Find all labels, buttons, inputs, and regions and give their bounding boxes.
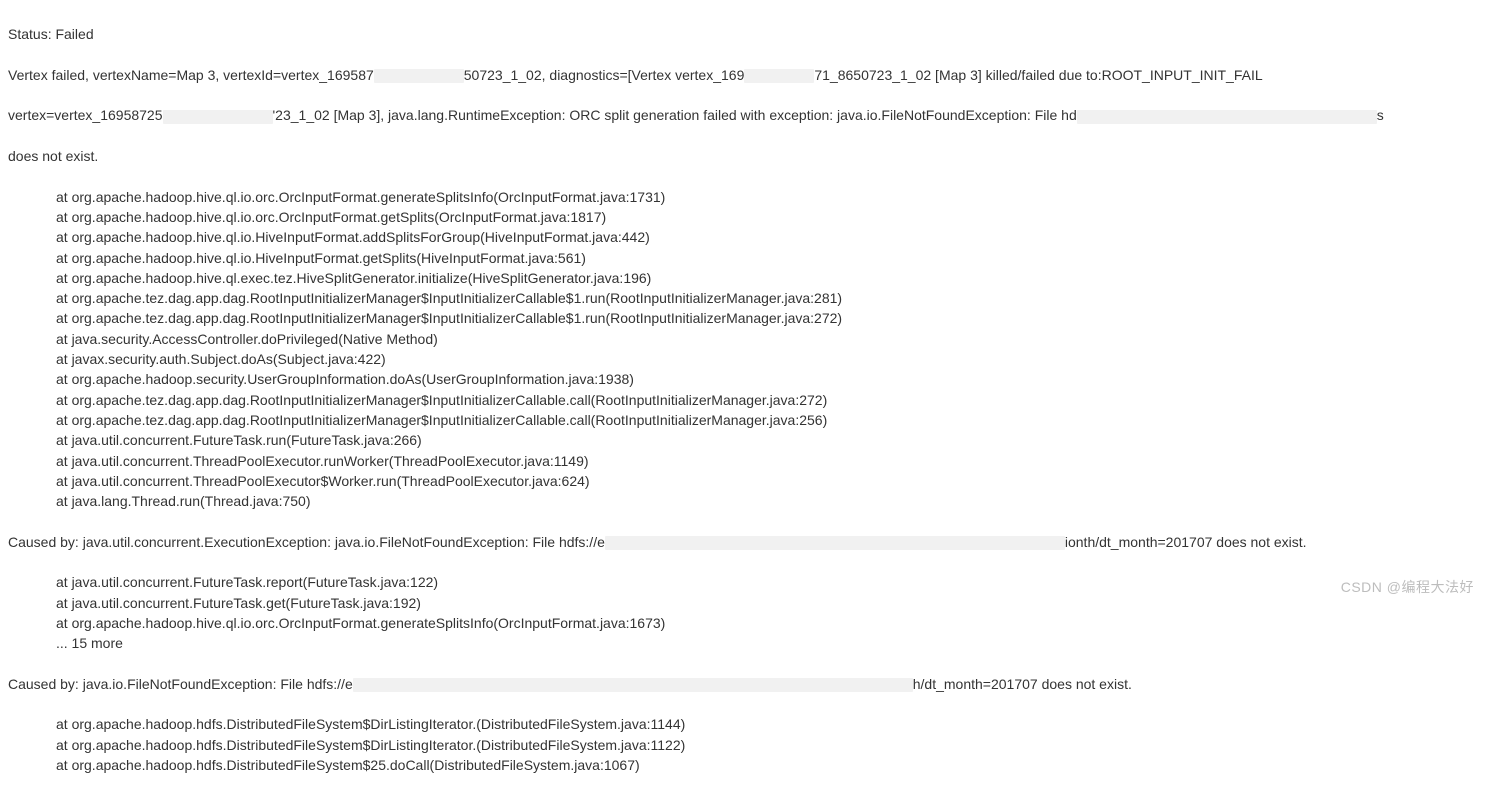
log-output: Status: Failed Vertex failed, vertexName…: [0, 0, 1488, 800]
stack-frame: at java.util.concurrent.FutureTask.repor…: [8, 572, 1480, 592]
error-header-1: Vertex failed, vertexName=Map 3, vertexI…: [8, 65, 1480, 85]
status-line: Status: Failed: [8, 24, 1480, 44]
error-header-3: does not exist.: [8, 146, 1480, 166]
stack-frame: at java.util.concurrent.ThreadPoolExecut…: [8, 471, 1480, 491]
stack-frame: at java.lang.Thread.run(Thread.java:750): [8, 491, 1480, 511]
stack-frame: at org.apache.hadoop.hive.ql.io.HiveInpu…: [8, 227, 1480, 247]
stack-frame: at org.apache.tez.dag.app.dag.RootInputI…: [8, 410, 1480, 430]
stack-frame: at org.apache.hadoop.hive.ql.io.orc.OrcI…: [8, 207, 1480, 227]
stack-frame: at java.util.concurrent.FutureTask.run(F…: [8, 430, 1480, 450]
stack-frame: at org.apache.tez.dag.app.dag.RootInputI…: [8, 390, 1480, 410]
stack-frame: at org.apache.hadoop.hdfs.DistributedFil…: [8, 735, 1480, 755]
stack-frame: at javax.security.auth.Subject.doAs(Subj…: [8, 349, 1480, 369]
stack-frame: at org.apache.hadoop.hive.ql.io.orc.OrcI…: [8, 613, 1480, 633]
stack-frame: at org.apache.hadoop.hdfs.DistributedFil…: [8, 714, 1480, 734]
stack-frame: at org.apache.hadoop.hive.ql.exec.tez.Hi…: [8, 268, 1480, 288]
stack-frame: at org.apache.hadoop.hive.ql.io.orc.OrcI…: [8, 187, 1480, 207]
stack-frame: at org.apache.tez.dag.app.dag.RootInputI…: [8, 288, 1480, 308]
stack-frame: at org.apache.hadoop.security.UserGroupI…: [8, 369, 1480, 389]
stack-frame: at org.apache.hadoop.hdfs.DistributedFil…: [8, 755, 1480, 775]
stack-frame: at org.apache.hadoop.hive.ql.io.HiveInpu…: [8, 248, 1480, 268]
stack-frame: at java.util.concurrent.ThreadPoolExecut…: [8, 451, 1480, 471]
stack-frame: ... 15 more: [8, 633, 1480, 653]
stack-frame: at org.apache.tez.dag.app.dag.RootInputI…: [8, 308, 1480, 328]
error-header-2: vertex=vertex_16958725'23_1_02 [Map 3], …: [8, 105, 1480, 125]
caused-by-2: Caused by: java.io.FileNotFoundException…: [8, 674, 1480, 694]
stack-frame: at java.security.AccessController.doPriv…: [8, 329, 1480, 349]
caused-by-1: Caused by: java.util.concurrent.Executio…: [8, 532, 1480, 552]
